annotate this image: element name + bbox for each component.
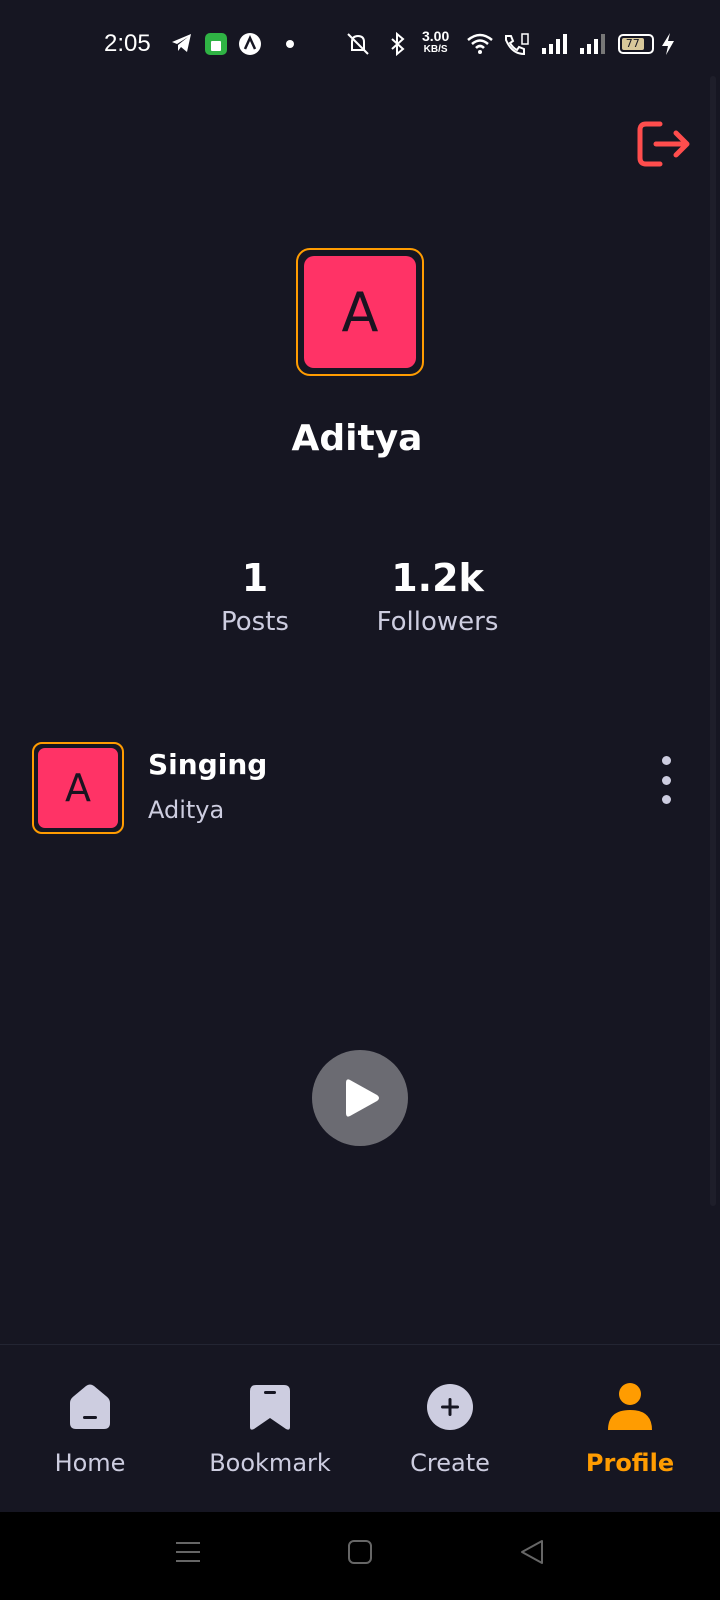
signal-sim2-icon	[580, 34, 605, 54]
app-notification-icon	[205, 33, 227, 55]
recents-menu-icon[interactable]	[174, 1538, 202, 1566]
bookmark-icon	[250, 1385, 290, 1430]
battery-icon: 77	[618, 34, 654, 54]
mute-icon	[347, 33, 369, 55]
system-navigation-bar	[0, 1512, 720, 1600]
volte-call-icon	[505, 33, 529, 56]
back-triangle-icon[interactable]	[518, 1538, 546, 1566]
tab-bookmark[interactable]: Bookmark	[180, 1381, 360, 1477]
wifi-icon	[467, 33, 493, 54]
home-square-icon[interactable]	[346, 1538, 374, 1566]
tab-profile-label: Profile	[585, 1449, 675, 1477]
tab-create-label: Create	[410, 1449, 490, 1477]
post-menu-button[interactable]	[656, 756, 676, 804]
tab-bookmark-label: Bookmark	[209, 1449, 331, 1477]
net-speed: 3.00 KB/S	[422, 28, 450, 56]
profile-avatar-initial: A	[304, 256, 416, 368]
scrollbar[interactable]	[710, 76, 716, 1206]
status-bar: 2:05 3.00 KB/S 77	[0, 0, 720, 90]
post-title: Singing	[148, 748, 268, 781]
status-time: 2:05	[104, 30, 151, 57]
followers-label: Followers	[376, 607, 499, 637]
post-author: Aditya	[148, 796, 225, 824]
tab-profile[interactable]: Profile	[540, 1381, 720, 1477]
play-icon	[346, 1079, 379, 1117]
net-speed-value: 3.00	[422, 28, 450, 44]
profile-icon	[608, 1383, 652, 1430]
play-button[interactable]	[312, 1050, 408, 1146]
followers-count: 1.2k	[391, 556, 484, 600]
tab-home-label: Home	[54, 1449, 126, 1477]
tab-home[interactable]: Home	[0, 1381, 180, 1477]
signal-sim1-icon	[542, 34, 567, 54]
logout-icon	[637, 121, 690, 167]
posts-label: Posts	[221, 607, 289, 637]
net-speed-unit: KB/S	[423, 44, 448, 55]
plus-icon	[427, 1384, 473, 1430]
profile-avatar[interactable]: A	[296, 248, 424, 376]
profile-name: Aditya	[291, 418, 423, 459]
tab-create[interactable]: Create	[360, 1381, 540, 1477]
posts-count: 1	[241, 556, 269, 600]
followers-stat: 1.2k Followers	[360, 556, 515, 642]
menu-dot-icon	[661, 795, 671, 804]
logout-button[interactable]	[636, 116, 692, 172]
battery-level: 77	[622, 38, 644, 50]
post-avatar: A	[32, 742, 124, 834]
charging-icon	[662, 33, 674, 55]
menu-dot-icon	[661, 775, 671, 785]
post-avatar-initial: A	[38, 748, 118, 828]
home-icon	[70, 1384, 110, 1429]
posts-stat: 1 Posts	[205, 556, 305, 642]
menu-dot-icon	[661, 756, 671, 765]
notification-a-icon	[239, 33, 261, 55]
bluetooth-icon	[391, 32, 405, 56]
telegram-icon	[172, 34, 191, 52]
bottom-tab-bar: Home Bookmark Create Profile	[0, 1344, 720, 1512]
more-notifications-dot-icon	[286, 40, 294, 48]
